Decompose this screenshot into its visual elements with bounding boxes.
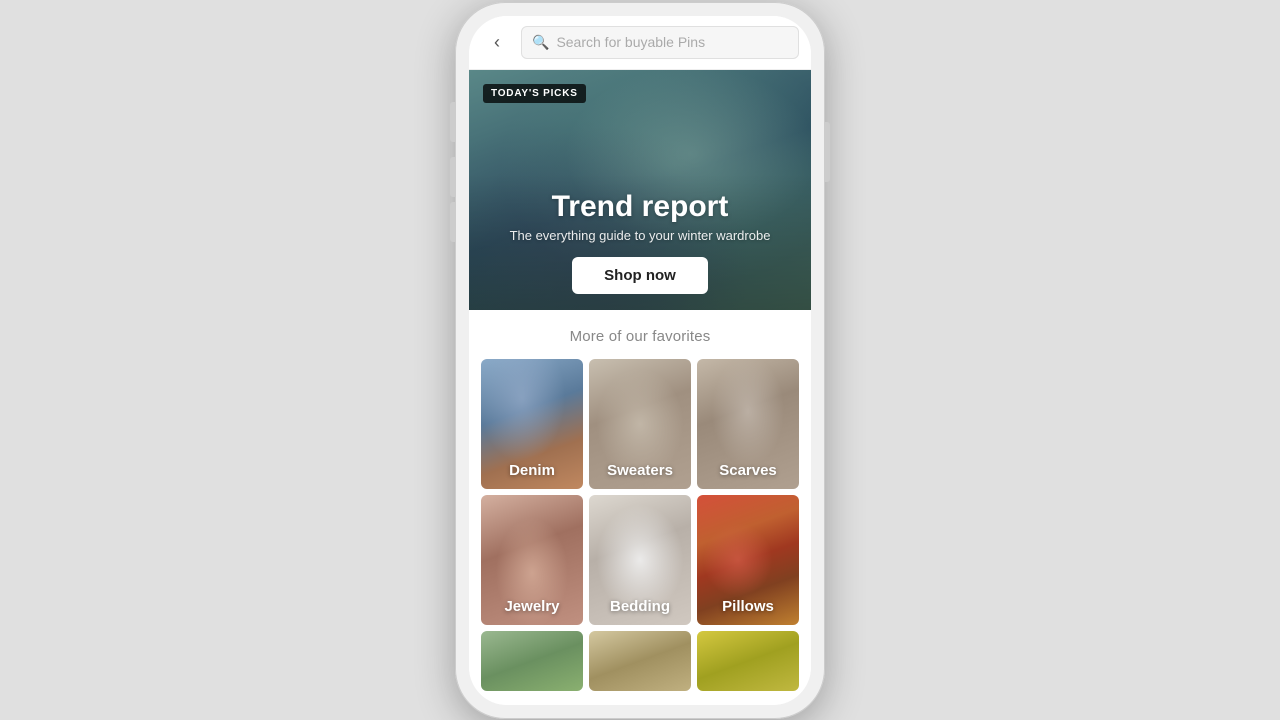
jewelry-label: Jewelry	[481, 598, 583, 615]
partial3-bg	[697, 631, 799, 691]
sweaters-label: Sweaters	[589, 462, 691, 479]
shop-now-button[interactable]: Shop now	[572, 257, 708, 294]
hero-banner[interactable]: TODAY'S PICKS Trend report The everythin…	[469, 70, 811, 310]
hero-content: Trend report The everything guide to you…	[469, 174, 811, 310]
categories-grid: Denim Sweaters Scarves Jewelry	[481, 359, 799, 625]
favorites-title: More of our favorites	[481, 328, 799, 345]
hero-title: Trend report	[485, 190, 795, 224]
bedding-label: Bedding	[589, 598, 691, 615]
search-placeholder: Search for buyable Pins	[556, 34, 705, 50]
pillows-label: Pillows	[697, 598, 799, 615]
partial-item-3[interactable]	[697, 631, 799, 691]
partial-item-2[interactable]	[589, 631, 691, 691]
hero-subtitle: The everything guide to your winter ward…	[485, 228, 795, 243]
category-jewelry[interactable]: Jewelry	[481, 495, 583, 625]
partial1-bg	[481, 631, 583, 691]
partial2-bg	[589, 631, 691, 691]
category-scarves[interactable]: Scarves	[697, 359, 799, 489]
partial-item-1[interactable]	[481, 631, 583, 691]
category-pillows[interactable]: Pillows	[697, 495, 799, 625]
search-bar-container[interactable]: 🔍 Search for buyable Pins	[521, 26, 799, 59]
category-bedding[interactable]: Bedding	[589, 495, 691, 625]
phone-device: ‹ 🔍 Search for buyable Pins TODAY'S PICK…	[455, 2, 825, 719]
bottom-partial-row	[481, 631, 799, 697]
top-bar: ‹ 🔍 Search for buyable Pins	[469, 16, 811, 70]
category-denim[interactable]: Denim	[481, 359, 583, 489]
main-content: TODAY'S PICKS Trend report The everythin…	[469, 70, 811, 705]
category-sweaters[interactable]: Sweaters	[589, 359, 691, 489]
favorites-section: More of our favorites Denim Sweaters Sca…	[469, 310, 811, 705]
search-icon: 🔍	[532, 34, 549, 51]
back-button[interactable]: ‹	[481, 26, 513, 58]
phone-screen: ‹ 🔍 Search for buyable Pins TODAY'S PICK…	[469, 16, 811, 705]
today-picks-badge: TODAY'S PICKS	[483, 84, 586, 103]
denim-label: Denim	[481, 462, 583, 479]
scarves-label: Scarves	[697, 462, 799, 479]
